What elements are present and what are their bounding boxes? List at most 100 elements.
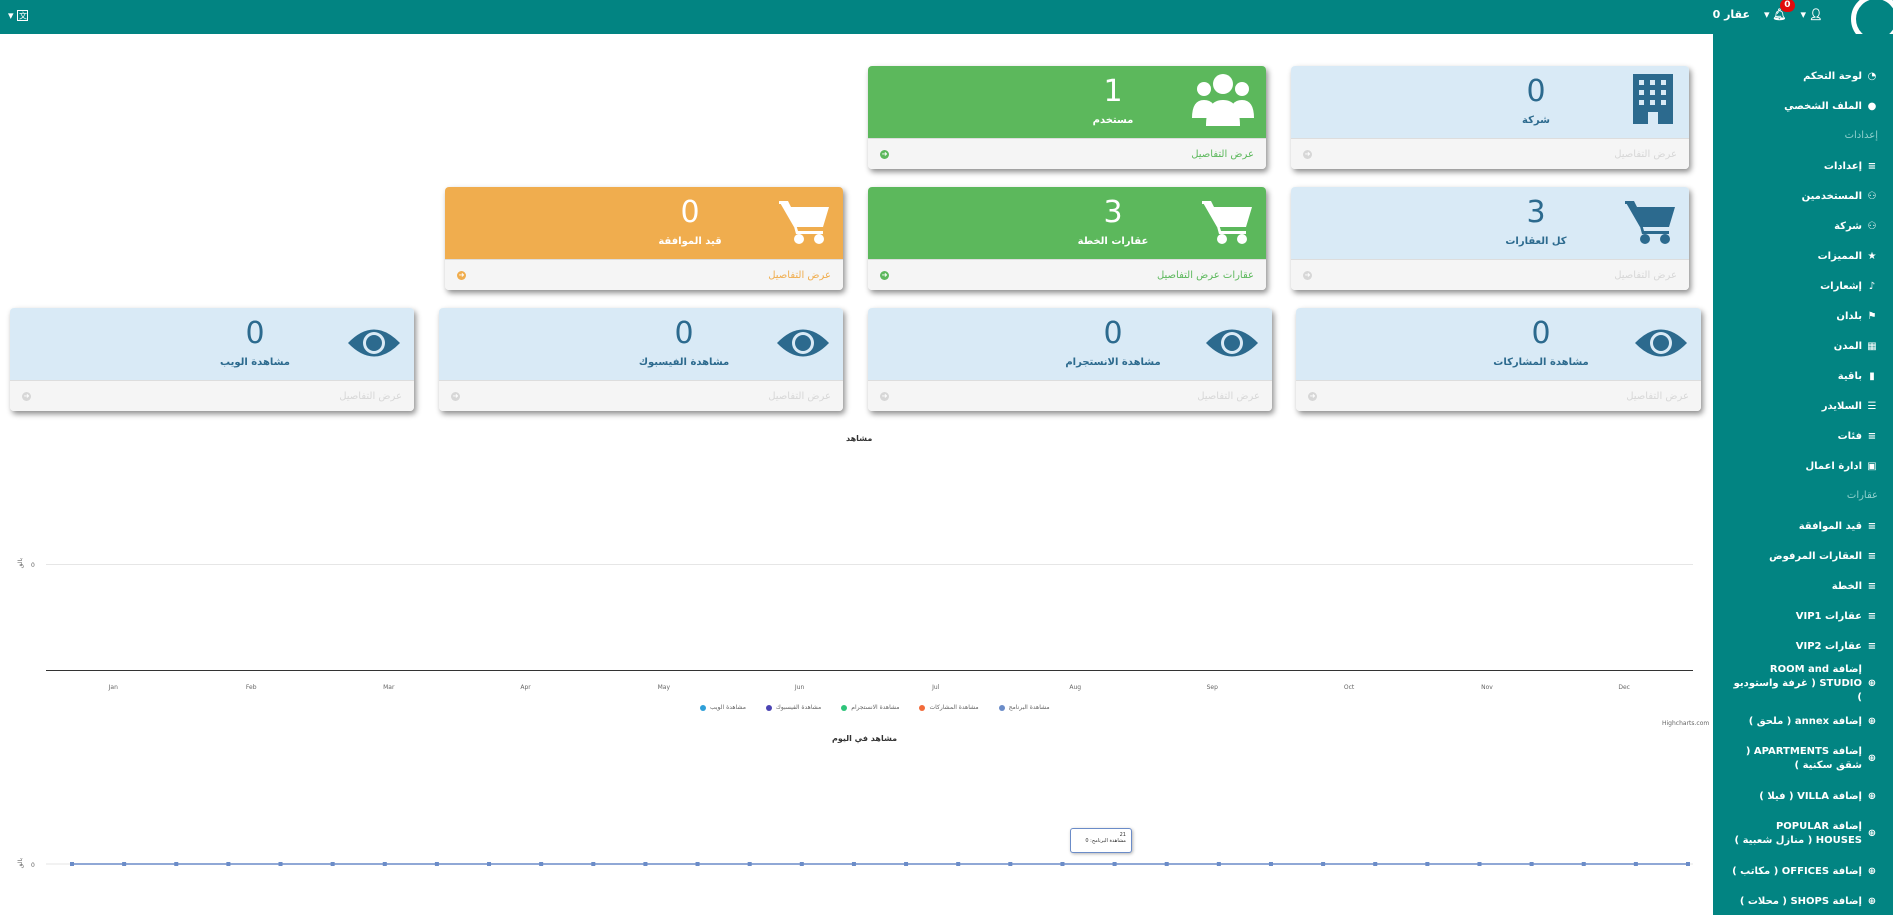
chevron-down-icon: ▾ (1800, 8, 1807, 21)
list-icon: ≡ (1867, 160, 1877, 172)
sidebar-item[interactable]: ⚇ المستخدمين (1713, 181, 1893, 211)
chart-2-point[interactable] (1216, 862, 1221, 866)
notifications-menu[interactable]: ▾ 🔔︎ 0 (1764, 0, 1795, 21)
chart-2-point[interactable] (1686, 862, 1690, 866)
chart-2-point[interactable] (1633, 862, 1638, 866)
chart-2-point[interactable] (591, 862, 596, 866)
chart-1-ylabel: بالق (17, 558, 24, 569)
chart-1-x-tick: Feb (245, 684, 257, 691)
chart-2-point[interactable] (1425, 862, 1430, 866)
chart-2-point[interactable] (1164, 862, 1169, 866)
chart-2-point[interactable] (70, 862, 74, 866)
chart-2-point[interactable] (1529, 862, 1534, 866)
sidebar-item[interactable]: ⊕ إضافة annex ( ملحق ) (1713, 706, 1893, 736)
plan-properties-count: 3 (1103, 195, 1123, 230)
chart-1-legend-item[interactable]: مشاهدة المشاركات (919, 704, 979, 711)
chart-2-point[interactable] (278, 862, 283, 866)
sidebar-item[interactable]: ▣ ادارة اعمال (1713, 451, 1893, 481)
sidebar-item[interactable]: ★ المميزات (1713, 241, 1893, 271)
all-properties-label: كل العقارات (1505, 236, 1567, 247)
chart-2-point[interactable] (747, 862, 752, 866)
chart-2-point[interactable] (904, 862, 909, 866)
chart-1-x-tick: Jan (108, 684, 118, 691)
share-views-details-link[interactable]: عرض التفاصيل ➜ (1296, 380, 1701, 411)
sidebar-item[interactable]: ▦ المدن (1713, 331, 1893, 361)
chart-2-point[interactable] (1268, 862, 1273, 866)
sidebar-item[interactable]: ≡ العقارات المرفوض (1713, 541, 1893, 571)
chart-2-point[interactable] (695, 862, 700, 866)
company-count: 0 (1526, 74, 1546, 109)
all-properties-details-link[interactable]: عرض التفاصيل ➜ (1291, 259, 1689, 290)
chart-2-point[interactable] (956, 862, 961, 866)
company-details-link[interactable]: عرض التفاصيل ➜ (1291, 138, 1689, 169)
sidebar-item[interactable]: ⚇ شركة (1713, 211, 1893, 241)
chart-1-legend-item[interactable]: مشاهدة الويب (700, 704, 746, 711)
chart-2-point[interactable] (539, 862, 544, 866)
facebook-views-details-link[interactable]: عرض التفاصيل ➜ (439, 380, 843, 411)
users-details-link[interactable]: عرض التفاصيل ➜ (868, 138, 1266, 169)
chart-2-title: مشاهد في اليوم (832, 734, 898, 743)
chart-2-point[interactable] (1112, 862, 1117, 866)
sidebar-item[interactable]: ⊕ إضافة OFFICES ( مكاتب ) (1713, 856, 1893, 886)
cart-icon (1202, 201, 1252, 244)
plan-properties-details-link[interactable]: عقارات عرض التفاصيل ➜ (868, 259, 1266, 290)
sidebar-item[interactable]: ⊕ إضافة VILLA ( فيلا ) (1713, 781, 1893, 811)
chart-2-point[interactable] (851, 862, 856, 866)
sidebar-item[interactable]: ≡ عقارات VIP1 (1713, 601, 1893, 631)
sidebar-item-label: إضافة APARTMENTS ( شقق سكنية ) (1745, 745, 1862, 771)
eye-icon (777, 329, 829, 357)
card-users: 1 مستخدم عرض التفاصيل ➜ (868, 66, 1266, 169)
sidebar-item[interactable]: ⊕ إضافة POPULAR HOUSES ( منازل شعبية ) (1713, 811, 1893, 856)
sidebar-item[interactable]: ⊕ إضافة APARTMENTS ( شقق سكنية ) (1713, 736, 1893, 781)
chart-2-point[interactable] (122, 862, 127, 866)
chart-2-point[interactable] (1581, 862, 1586, 866)
sidebar-item-label: إضافة SHOPS ( محلات ) (1739, 895, 1862, 907)
pending-details-link[interactable]: عرض التفاصيل ➜ (445, 259, 843, 290)
share-views-label: مشاهدة المشاركات (1493, 357, 1589, 368)
sidebar-item[interactable]: ≡ فئات (1713, 421, 1893, 451)
chart-2-point[interactable] (330, 862, 335, 866)
language-switcher[interactable]: ▾ 文 (8, 9, 28, 22)
sidebar-item[interactable]: ▮ باقية (1713, 361, 1893, 391)
sidebar-item[interactable]: ⊕ إضافة SHOPS ( محلات ) (1713, 886, 1893, 916)
chart-2-point[interactable] (1373, 862, 1378, 866)
chart-1-legend-item[interactable]: مشاهدة البرنامج (998, 704, 1050, 711)
sidebar-item[interactable]: ⚑ بلدان (1713, 301, 1893, 331)
chart-2-point[interactable] (174, 862, 179, 866)
legend-marker (700, 704, 706, 711)
chart-1-legend-item[interactable]: مشاهدة الفيسبوك (765, 704, 821, 711)
chart-2-point[interactable] (1321, 862, 1326, 866)
sidebar-item-label: المميزات (1817, 250, 1862, 262)
highcharts-credit[interactable]: Highcharts.com (1662, 720, 1709, 727)
chart-2-point[interactable] (226, 862, 231, 866)
sidebar-item[interactable]: ☰ السلايدر (1713, 391, 1893, 421)
chart-2-point[interactable] (1477, 862, 1482, 866)
building-icon (1633, 74, 1673, 124)
sidebar-item[interactable]: ⊕ إضافة ROOM and STUDIO ( غرفة واستوديو ) (1713, 661, 1893, 706)
sidebar-item-label: إشعارات (1820, 280, 1862, 292)
chart-2-point[interactable] (382, 862, 387, 866)
translate-icon: 文 (16, 10, 28, 21)
chart-2-point[interactable] (1008, 862, 1013, 866)
web-views-details-link[interactable]: عرض التفاصيل ➜ (10, 380, 414, 411)
sidebar-item-label: إعدادات (1823, 160, 1862, 172)
properties-count[interactable]: 0 عقار (1713, 8, 1750, 21)
sidebar-item[interactable]: ♪ إشعارات (1713, 271, 1893, 301)
user-menu[interactable]: ▾ 👤︎ (1801, 8, 1824, 21)
chart-1-legend-item[interactable]: مشاهدة الانستجرام (841, 704, 899, 711)
chart-2-point[interactable] (487, 862, 492, 866)
instagram-views-details-link[interactable]: عرض التفاصيل ➜ (868, 380, 1272, 411)
sidebar-item[interactable]: ≡ عقارات VIP2 (1713, 631, 1893, 661)
users-label: مستخدم (1092, 115, 1134, 126)
chart-2-point[interactable] (643, 862, 648, 866)
sidebar-item[interactable]: ≡ الخطة (1713, 571, 1893, 601)
chart-1-x-tick: Aug (1069, 684, 1082, 691)
chart-2-point[interactable] (1060, 862, 1065, 866)
sidebar-item[interactable]: ◔ لوحة التحكم (1713, 61, 1893, 91)
chevron-down-icon: ▾ (1764, 8, 1770, 21)
sidebar-item[interactable]: ● الملف الشخصي (1713, 91, 1893, 121)
sidebar-item[interactable]: ≡ قيد الموافقة (1713, 511, 1893, 541)
chart-2-point[interactable] (799, 862, 804, 866)
chart-2-point[interactable] (434, 862, 439, 866)
sidebar-item[interactable]: ≡ إعدادات (1713, 151, 1893, 181)
